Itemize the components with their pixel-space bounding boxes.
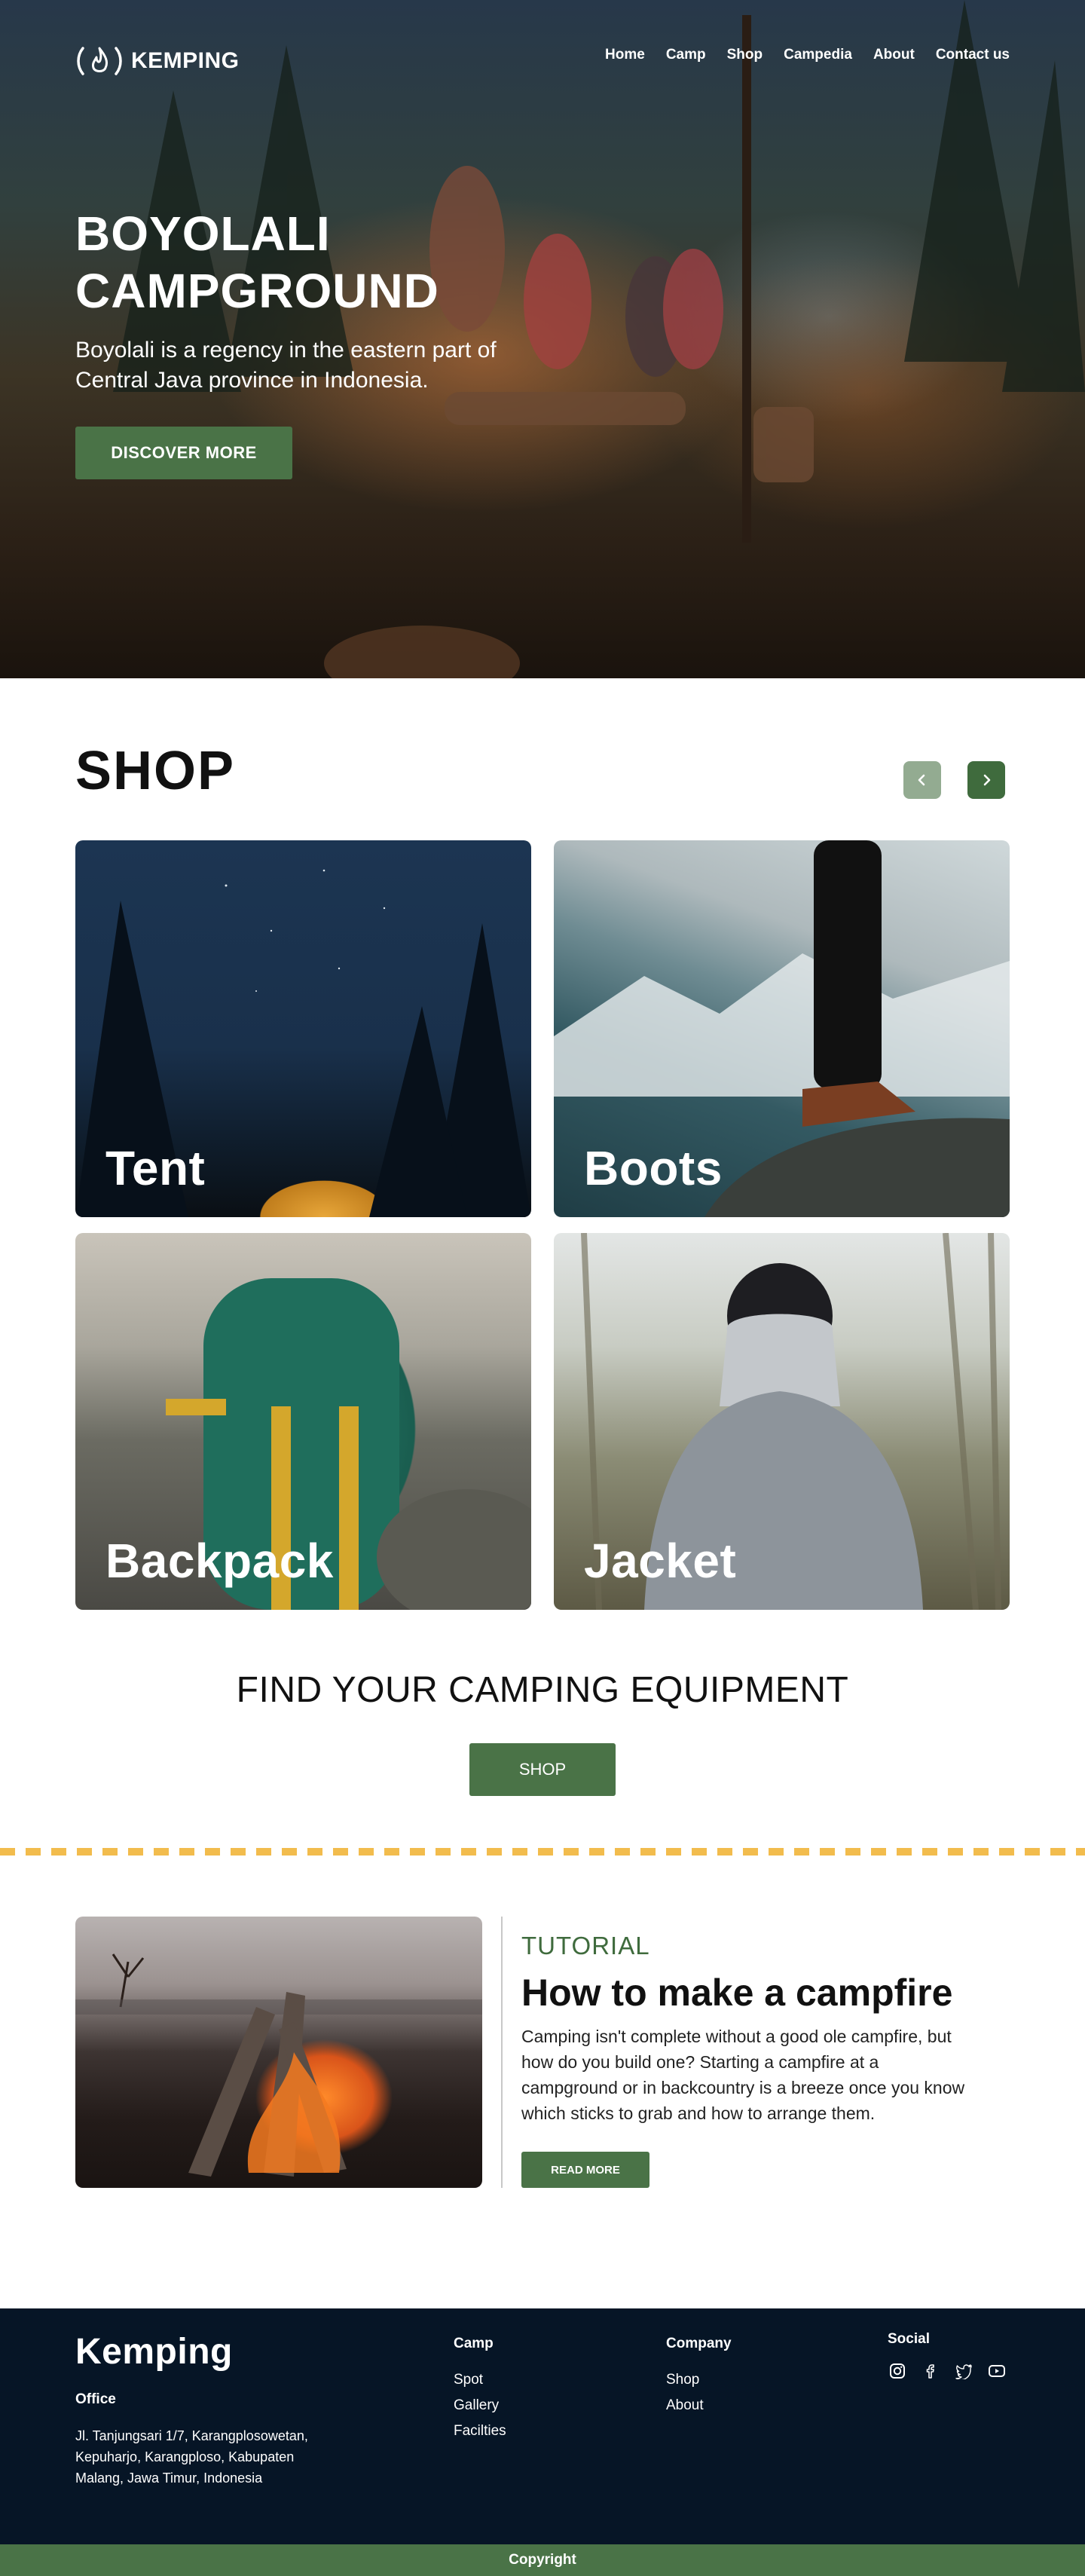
shop-card-tent[interactable]: Tent: [75, 840, 531, 1217]
card-label-boots: Boots: [584, 1141, 723, 1195]
shop-button[interactable]: SHOP: [469, 1743, 616, 1796]
campfire-logo-icon: [77, 47, 122, 75]
footer-office-label: Office: [75, 2391, 116, 2407]
tutorial-label: TUTORIAL: [521, 1932, 650, 1960]
twitter-icon[interactable]: [954, 2361, 973, 2381]
tutorial-title: How to make a campfire: [521, 1972, 953, 2014]
footer-camp-title: Camp: [454, 2336, 494, 2351]
main-nav: Home Camp Shop Campedia About Contact us: [605, 47, 1010, 63]
card-label-backpack: Backpack: [105, 1534, 334, 1588]
carousel-prev-button[interactable]: [903, 761, 941, 799]
read-more-button[interactable]: READ MORE: [521, 2152, 649, 2188]
dashed-divider: [0, 1848, 1085, 1856]
hero-subtitle: Boyolali is a regency in the eastern par…: [75, 338, 497, 393]
tutorial-body: Camping isn't complete without a good ol…: [521, 2027, 965, 2123]
hero-section: KEMPING Home Camp Shop Campedia About Co…: [0, 0, 1085, 678]
nav-link-home[interactable]: Home: [605, 47, 645, 63]
nav-link-shop[interactable]: Shop: [727, 47, 763, 63]
footer-social-column: Social: [888, 2331, 1007, 2381]
find-equipment-title: FIND YOUR CAMPING EQUIPMENT: [236, 1670, 849, 1710]
footer-link-shop[interactable]: Shop: [666, 2367, 732, 2393]
footer: Kemping Office Jl. Tanjungsari 1/7, Kara…: [0, 2308, 1085, 2544]
chevron-right-icon: [983, 774, 991, 786]
brand-logo[interactable]: KEMPING: [75, 44, 240, 78]
footer-company-title: Company: [666, 2336, 732, 2351]
card-label-tent: Tent: [105, 1141, 206, 1195]
nav-link-campedia[interactable]: Campedia: [784, 47, 852, 63]
copyright-bar: Copyright: [0, 2544, 1085, 2576]
nav-link-about[interactable]: About: [873, 47, 915, 63]
nav-link-contact[interactable]: Contact us: [936, 47, 1010, 63]
shop-card-backpack[interactable]: Backpack: [75, 1233, 531, 1610]
campfire-image: [75, 1917, 482, 2188]
card-label-jacket: Jacket: [584, 1534, 737, 1588]
shop-card-boots[interactable]: Boots: [554, 840, 1010, 1217]
brand-name: KEMPING: [131, 48, 240, 73]
shop-card-jacket[interactable]: Jacket: [554, 1233, 1010, 1610]
footer-link-facilities[interactable]: Facilties: [454, 2418, 506, 2444]
footer-address: Jl. Tanjungsari 1/7, Karangplosowetan, K…: [75, 2428, 308, 2486]
tutorial-divider: [501, 1917, 503, 2188]
footer-brand: Kemping: [75, 2332, 233, 2372]
footer-link-about[interactable]: About: [666, 2393, 732, 2418]
footer-link-spot[interactable]: Spot: [454, 2367, 506, 2393]
footer-company-column: Company Shop About: [666, 2336, 732, 2418]
facebook-icon[interactable]: [921, 2361, 940, 2381]
campfire-photo: [75, 1953, 482, 2177]
youtube-icon[interactable]: [987, 2361, 1007, 2381]
footer-camp-column: Camp Spot Gallery Facilties: [454, 2336, 506, 2444]
discover-more-button[interactable]: DISCOVER MORE: [75, 427, 292, 479]
nav-link-camp[interactable]: Camp: [666, 47, 706, 63]
carousel-next-button[interactable]: [967, 761, 1005, 799]
instagram-icon[interactable]: [888, 2361, 907, 2381]
hero-title: BOYOLALI CAMPGROUND: [75, 207, 439, 318]
chevron-left-icon: [918, 774, 925, 786]
footer-link-gallery[interactable]: Gallery: [454, 2393, 506, 2418]
footer-social-title: Social: [888, 2331, 930, 2347]
shop-section-title: SHOP: [75, 741, 236, 801]
